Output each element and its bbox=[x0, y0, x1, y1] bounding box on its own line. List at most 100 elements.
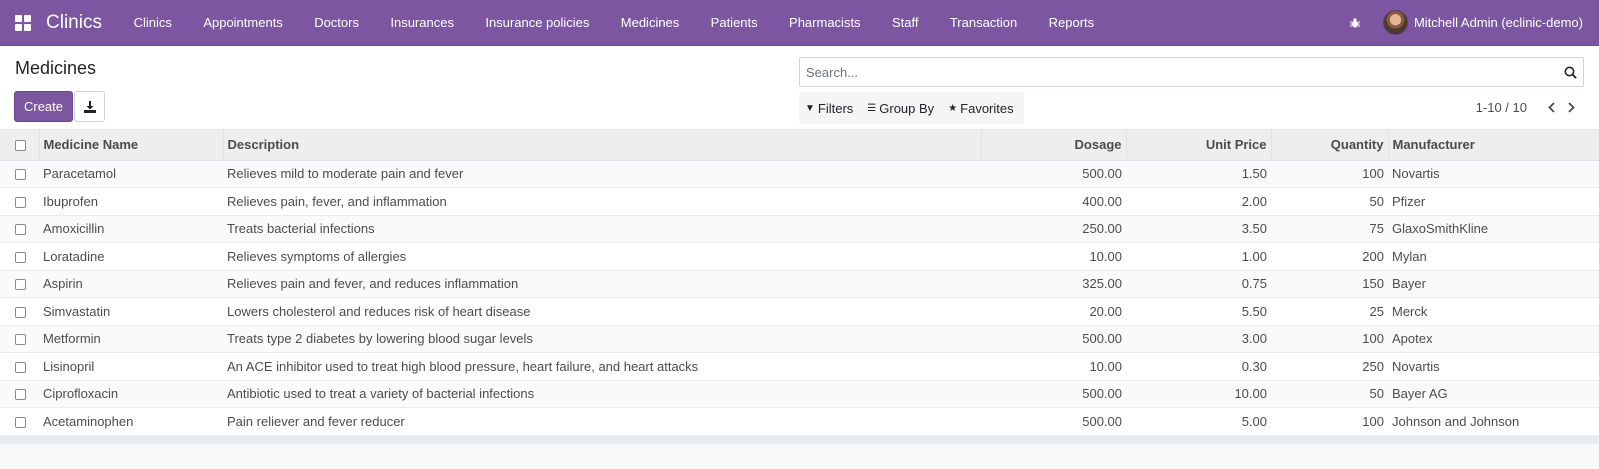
cell-unit-price[interactable]: 0.75 bbox=[1126, 270, 1271, 298]
cell-quantity[interactable]: 50 bbox=[1271, 188, 1388, 216]
menu-item-transaction[interactable]: Transaction bbox=[934, 0, 1033, 45]
cell-quantity[interactable]: 200 bbox=[1271, 243, 1388, 271]
table-row[interactable]: Aspirin Relieves pain and fever, and redu… bbox=[0, 270, 1599, 298]
cell-dosage[interactable]: 500.00 bbox=[981, 160, 1126, 188]
cell-unit-price[interactable]: 1.00 bbox=[1126, 243, 1271, 271]
user-menu[interactable]: Mitchell Admin (eclinic-demo) bbox=[1373, 10, 1599, 35]
favorites-button[interactable]: ★ Favorites bbox=[948, 101, 1013, 116]
cell-manufacturer[interactable]: Bayer bbox=[1388, 270, 1599, 298]
select-all-checkbox[interactable] bbox=[15, 140, 26, 152]
cell-medicine-name[interactable]: Lisinopril bbox=[39, 353, 223, 381]
cell-dosage[interactable]: 10.00 bbox=[981, 243, 1126, 271]
table-row[interactable]: Simvastatin Lowers cholesterol and reduce… bbox=[0, 297, 1599, 326]
row-checkbox[interactable] bbox=[15, 224, 26, 236]
cell-quantity[interactable]: 75 bbox=[1271, 215, 1388, 243]
cell-unit-price[interactable]: 10.00 bbox=[1126, 380, 1271, 408]
row-checkbox-cell[interactable] bbox=[0, 353, 39, 381]
table-row[interactable]: Metformin Treats type 2 diabetes by lower… bbox=[0, 325, 1599, 353]
debug-bug-icon[interactable] bbox=[1337, 17, 1373, 29]
table-row[interactable]: Paracetamol Relieves mild to moderate pai… bbox=[0, 160, 1599, 188]
column-header-manufacturer[interactable]: Manufacturer bbox=[1387, 130, 1599, 161]
row-checkbox[interactable] bbox=[15, 169, 26, 181]
column-header-dosage[interactable]: Dosage bbox=[980, 130, 1126, 161]
cell-unit-price[interactable]: 1.50 bbox=[1126, 160, 1271, 188]
cell-medicine-name[interactable]: Paracetamol bbox=[39, 160, 223, 188]
cell-unit-price[interactable]: 5.50 bbox=[1126, 298, 1271, 326]
menu-item-clinics[interactable]: Clinics bbox=[118, 0, 188, 45]
cell-medicine-name[interactable]: Ciprofloxacin bbox=[39, 380, 223, 408]
row-checkbox-cell[interactable] bbox=[0, 188, 39, 216]
search-icon[interactable] bbox=[1557, 66, 1583, 79]
select-all-checkbox-cell[interactable] bbox=[0, 130, 39, 161]
cell-unit-price[interactable]: 3.50 bbox=[1126, 215, 1271, 243]
menu-item-appointments[interactable]: Appointments bbox=[188, 0, 299, 45]
cell-description[interactable]: Antibiotic used to treat a variety of ba… bbox=[223, 380, 981, 408]
filters-button[interactable]: ▼ Filters bbox=[805, 101, 853, 116]
row-checkbox[interactable] bbox=[15, 251, 26, 263]
menu-item-pharmacists[interactable]: Pharmacists bbox=[773, 0, 876, 45]
cell-dosage[interactable]: 500.00 bbox=[981, 408, 1126, 436]
cell-dosage[interactable]: 250.00 bbox=[981, 215, 1126, 243]
cell-dosage[interactable]: 500.00 bbox=[981, 380, 1126, 408]
apps-menu-icon[interactable] bbox=[0, 0, 46, 46]
cell-description[interactable]: Relieves symptoms of allergies bbox=[223, 243, 981, 271]
row-checkbox[interactable] bbox=[15, 196, 26, 208]
download-button[interactable] bbox=[74, 91, 105, 122]
table-row[interactable]: Acetaminophen Pain reliever and fever red… bbox=[0, 407, 1599, 436]
row-checkbox-cell[interactable] bbox=[0, 215, 39, 243]
cell-quantity[interactable]: 100 bbox=[1271, 160, 1388, 188]
cell-description[interactable]: Treats type 2 diabetes by lowering blood… bbox=[223, 325, 981, 353]
menu-item-doctors[interactable]: Doctors bbox=[299, 0, 375, 45]
row-checkbox-cell[interactable] bbox=[0, 325, 39, 353]
cell-description[interactable]: Lowers cholesterol and reduces risk of h… bbox=[223, 298, 981, 326]
cell-description[interactable]: Relieves pain and fever, and reduces inf… bbox=[223, 270, 981, 298]
cell-medicine-name[interactable]: Loratadine bbox=[39, 243, 223, 271]
cell-unit-price[interactable]: 0.30 bbox=[1126, 353, 1271, 381]
cell-manufacturer[interactable]: Merck bbox=[1388, 298, 1599, 326]
cell-dosage[interactable]: 325.00 bbox=[981, 270, 1126, 298]
pager-next-icon[interactable] bbox=[1561, 102, 1581, 113]
app-brand[interactable]: Clinics bbox=[46, 12, 102, 34]
cell-description[interactable]: Relieves mild to moderate pain and fever bbox=[223, 160, 981, 188]
row-checkbox-cell[interactable] bbox=[0, 298, 39, 326]
cell-unit-price[interactable]: 3.00 bbox=[1126, 325, 1271, 353]
cell-manufacturer[interactable]: Bayer AG bbox=[1388, 380, 1599, 408]
row-checkbox[interactable] bbox=[15, 361, 26, 373]
table-row[interactable]: Lisinopril An ACE inhibitor used to treat… bbox=[0, 352, 1599, 381]
menu-item-staff[interactable]: Staff bbox=[876, 0, 934, 45]
cell-medicine-name[interactable]: Simvastatin bbox=[39, 298, 223, 326]
row-checkbox-cell[interactable] bbox=[0, 160, 39, 188]
column-header-unit-price[interactable]: Unit Price bbox=[1125, 130, 1271, 161]
cell-quantity[interactable]: 50 bbox=[1271, 380, 1388, 408]
menu-item-insurance-policies[interactable]: Insurance policies bbox=[470, 0, 605, 45]
cell-description[interactable]: Relieves pain, fever, and inflammation bbox=[223, 188, 981, 216]
row-checkbox-cell[interactable] bbox=[0, 270, 39, 298]
menu-item-insurances[interactable]: Insurances bbox=[375, 0, 470, 45]
row-checkbox[interactable] bbox=[15, 416, 26, 428]
cell-manufacturer[interactable]: Apotex bbox=[1388, 325, 1599, 353]
cell-quantity[interactable]: 100 bbox=[1271, 325, 1388, 353]
column-header-description[interactable]: Description bbox=[222, 130, 981, 161]
row-checkbox-cell[interactable] bbox=[0, 380, 39, 408]
table-row[interactable]: Loratadine Relieves symptoms of allergies… bbox=[0, 242, 1599, 271]
cell-medicine-name[interactable]: Metformin bbox=[39, 325, 223, 353]
row-checkbox[interactable] bbox=[15, 306, 26, 318]
cell-quantity[interactable]: 250 bbox=[1271, 353, 1388, 381]
cell-medicine-name[interactable]: Acetaminophen bbox=[39, 408, 223, 436]
table-row[interactable]: Amoxicillin Treats bacterial infections 25… bbox=[0, 215, 1599, 243]
row-checkbox[interactable] bbox=[15, 279, 26, 291]
cell-description[interactable]: Pain reliever and fever reducer bbox=[223, 408, 981, 436]
cell-manufacturer[interactable]: Novartis bbox=[1388, 160, 1599, 188]
cell-unit-price[interactable]: 5.00 bbox=[1126, 408, 1271, 436]
cell-description[interactable]: Treats bacterial infections bbox=[223, 215, 981, 243]
row-checkbox[interactable] bbox=[15, 334, 26, 346]
cell-description[interactable]: An ACE inhibitor used to treat high bloo… bbox=[223, 353, 981, 381]
cell-quantity[interactable]: 25 bbox=[1271, 298, 1388, 326]
cell-manufacturer[interactable]: GlaxoSmithKline bbox=[1388, 215, 1599, 243]
cell-medicine-name[interactable]: Amoxicillin bbox=[39, 215, 223, 243]
table-row[interactable]: Ibuprofen Relieves pain, fever, and infla… bbox=[0, 187, 1599, 216]
column-header-quantity[interactable]: Quantity bbox=[1270, 130, 1388, 161]
menu-item-reports[interactable]: Reports bbox=[1033, 0, 1110, 45]
search-input[interactable] bbox=[806, 64, 1557, 80]
cell-quantity[interactable]: 150 bbox=[1271, 270, 1388, 298]
